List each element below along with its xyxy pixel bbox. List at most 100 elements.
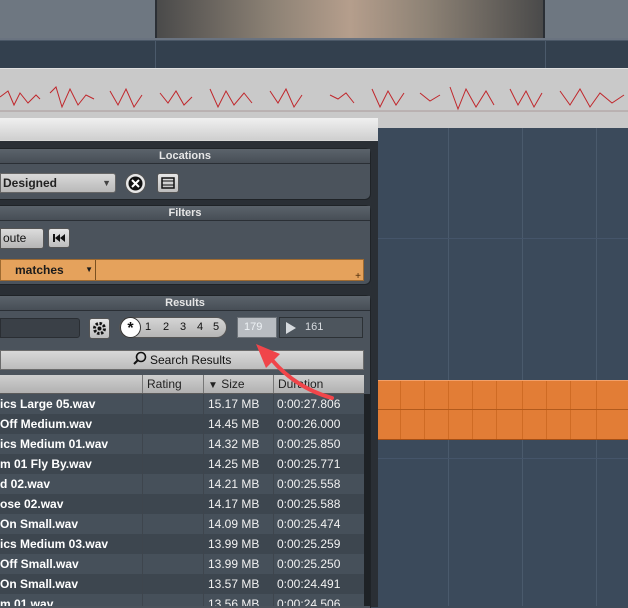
location-dropdown[interactable]: Designed ▼: [0, 173, 116, 193]
cell-divider: [203, 554, 204, 574]
file-name: m 01.wav: [0, 597, 54, 606]
audio-event-clip[interactable]: [376, 380, 628, 440]
timeline-lane: [0, 40, 628, 69]
cell-divider: [142, 414, 143, 434]
file-name: m 01 Fly By.wav: [0, 457, 92, 471]
table-row[interactable]: m 01 Fly By.wav 14.25 MB 0:00:25.771: [0, 454, 364, 474]
cell-divider: [142, 454, 143, 474]
file-name: ics Medium 01.wav: [0, 437, 109, 451]
cell-divider: [203, 414, 204, 434]
file-size: 14.09 MB: [208, 517, 260, 531]
table-row[interactable]: m 01.wav 13.56 MB 0:00:24.506: [0, 594, 364, 606]
cell-divider: [142, 434, 143, 454]
cell-divider: [203, 434, 204, 454]
sort-down-icon: ▼: [208, 380, 218, 391]
cell-divider: [142, 514, 143, 534]
magnifier-icon: [132, 351, 147, 370]
file-size: 14.21 MB: [208, 477, 260, 491]
cell-divider: [203, 394, 204, 414]
locations-panel: Locations Designed ▼: [0, 148, 371, 200]
column-name[interactable]: [0, 375, 142, 393]
file-size: 13.57 MB: [208, 577, 260, 591]
cell-divider: [142, 494, 143, 514]
scrollbar[interactable]: [364, 394, 370, 606]
file-name: ose 02.wav: [0, 497, 64, 511]
table-row[interactable]: On Small.wav 13.57 MB 0:00:24.491: [0, 574, 364, 594]
x-circle-icon[interactable]: [125, 173, 146, 194]
rating-4[interactable]: 4: [197, 318, 203, 337]
previewer-transport[interactable]: 161: [279, 317, 363, 338]
search-input[interactable]: [0, 318, 80, 338]
filter-condition-value: matches: [15, 263, 64, 277]
file-size: 14.45 MB: [208, 417, 260, 431]
table-row[interactable]: ics Medium 01.wav 14.32 MB 0:00:25.850: [0, 434, 364, 454]
file-duration: 0:00:25.588: [277, 497, 341, 511]
video-frame: [545, 0, 628, 38]
table-row[interactable]: ics Medium 03.wav 13.99 MB 0:00:25.259: [0, 534, 364, 554]
filter-condition-dropdown[interactable]: matches ▼: [1, 260, 96, 280]
location-dropdown-value: Designed: [3, 176, 58, 190]
file-size: 14.17 MB: [208, 497, 260, 511]
search-results-label: Search Results: [149, 353, 232, 367]
file-size: 13.99 MB: [208, 537, 260, 551]
cell-divider: [142, 394, 143, 414]
cell-divider: [273, 514, 274, 534]
results-title: Results: [0, 296, 370, 311]
cell-divider: [142, 474, 143, 494]
filters-title: Filters: [0, 206, 370, 221]
file-name: ics Medium 03.wav: [0, 537, 109, 551]
video-frame: [157, 0, 545, 38]
cell-divider: [273, 554, 274, 574]
chevron-down-icon: ▼: [85, 265, 93, 274]
file-size: 13.99 MB: [208, 557, 260, 571]
cell-divider: [203, 514, 204, 534]
file-duration: 0:00:25.250: [277, 557, 341, 571]
column-rating[interactable]: Rating: [142, 375, 203, 393]
rating-5[interactable]: 5: [213, 318, 219, 337]
file-duration: 0:00:25.474: [277, 517, 341, 531]
column-size-label: Size: [221, 377, 245, 391]
gear-icon[interactable]: [89, 318, 110, 339]
file-size: 14.32 MB: [208, 437, 260, 451]
filter-condition-field[interactable]: matches ▼ +: [0, 259, 364, 282]
rewind-icon[interactable]: [48, 228, 70, 248]
cell-divider: [203, 574, 204, 594]
cell-divider: [203, 594, 204, 606]
table-row[interactable]: On Small.wav 14.09 MB 0:00:25.474: [0, 514, 364, 534]
folder-icon[interactable]: [157, 173, 179, 193]
filter-mode-button[interactable]: oute: [0, 228, 44, 249]
file-name: Off Medium.wav: [0, 417, 93, 431]
file-name: ics Large 05.wav: [0, 397, 96, 411]
rating-filter[interactable]: * 1 2 3 4 5: [119, 317, 227, 338]
file-duration: 0:00:25.771: [277, 457, 341, 471]
window-titlebar[interactable]: [0, 118, 378, 140]
cell-divider: [273, 494, 274, 514]
cell-divider: [273, 534, 274, 554]
table-row[interactable]: ose 02.wav 14.17 MB 0:00:25.588: [0, 494, 364, 514]
annotation-arrow: [256, 344, 334, 400]
file-name: Off Small.wav: [0, 557, 79, 571]
cell-divider: [203, 474, 204, 494]
file-size: 13.56 MB: [208, 597, 260, 606]
cell-divider: [273, 434, 274, 454]
cell-divider: [142, 534, 143, 554]
file-name: On Small.wav: [0, 577, 79, 591]
cell-divider: [273, 474, 274, 494]
video-track-strip: [0, 0, 628, 40]
file-duration: 0:00:24.491: [277, 577, 341, 591]
video-frame: [0, 0, 157, 38]
table-row[interactable]: d 02.wav 14.21 MB 0:00:25.558: [0, 474, 364, 494]
rating-3[interactable]: 3: [180, 318, 186, 337]
rating-1[interactable]: 1: [145, 318, 151, 337]
table-row[interactable]: Off Small.wav 13.99 MB 0:00:25.250: [0, 554, 364, 574]
arrange-area[interactable]: [376, 128, 628, 606]
file-size: 14.25 MB: [208, 457, 260, 471]
file-name: On Small.wav: [0, 517, 79, 531]
file-name: d 02.wav: [0, 477, 51, 491]
cell-divider: [273, 454, 274, 474]
total-count: 161: [305, 321, 324, 333]
rating-2[interactable]: 2: [163, 318, 169, 337]
cell-divider: [203, 454, 204, 474]
rating-star-button[interactable]: *: [120, 317, 141, 338]
plus-icon[interactable]: +: [355, 271, 361, 282]
